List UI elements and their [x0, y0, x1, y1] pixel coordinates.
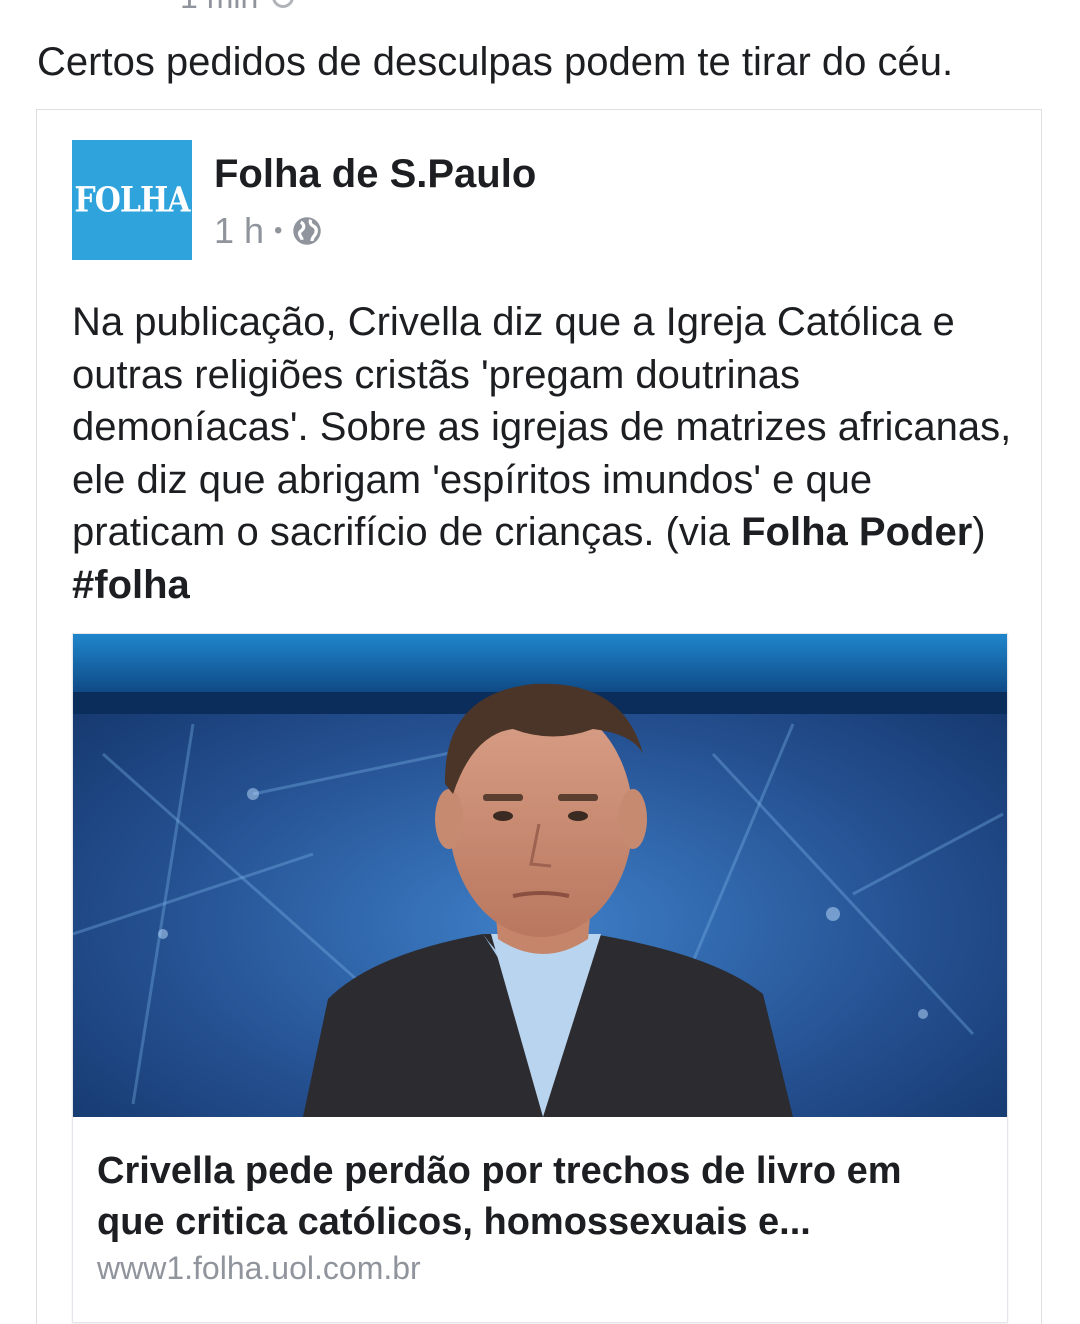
link-preview-title[interactable]: Crivella pede perdão por trechos de livr… — [97, 1146, 977, 1248]
link-preview-card[interactable]: Crivella pede perdão por trechos de livr… — [72, 633, 1008, 1323]
globe-icon[interactable] — [292, 216, 322, 246]
post-body-close: ) — [972, 510, 986, 554]
post-body: Na publicação, Crivella diz que a Igreja… — [72, 296, 1012, 611]
shared-post-card[interactable]: FOLHA Folha de S.Paulo 1 h • Na publicaç… — [36, 109, 1042, 1324]
post-time[interactable]: 1 h — [214, 210, 264, 252]
cutoff-time: 1 min — [180, 0, 258, 16]
cutoff-globe-icon — [272, 0, 295, 8]
link-preview-image[interactable] — [73, 634, 1007, 1117]
avatar-logo-text: FOLHA — [74, 179, 190, 221]
meta-separator: • — [274, 217, 283, 244]
share-caption: Certos pedidos de desculpas podem te tir… — [37, 40, 954, 84]
speaker-photo — [73, 634, 1007, 1117]
hashtag-folha[interactable]: #folha — [72, 563, 190, 607]
post-meta: 1 h • — [214, 208, 322, 254]
page-avatar[interactable]: FOLHA — [72, 140, 192, 260]
page-name-link[interactable]: Folha de S.Paulo — [214, 150, 536, 198]
link-preview-domain: www1.folha.uol.com.br — [97, 1250, 421, 1286]
previous-post-meta-cutoff: 1 min — [180, 0, 295, 15]
mention-folha-poder[interactable]: Folha Poder — [741, 510, 972, 554]
